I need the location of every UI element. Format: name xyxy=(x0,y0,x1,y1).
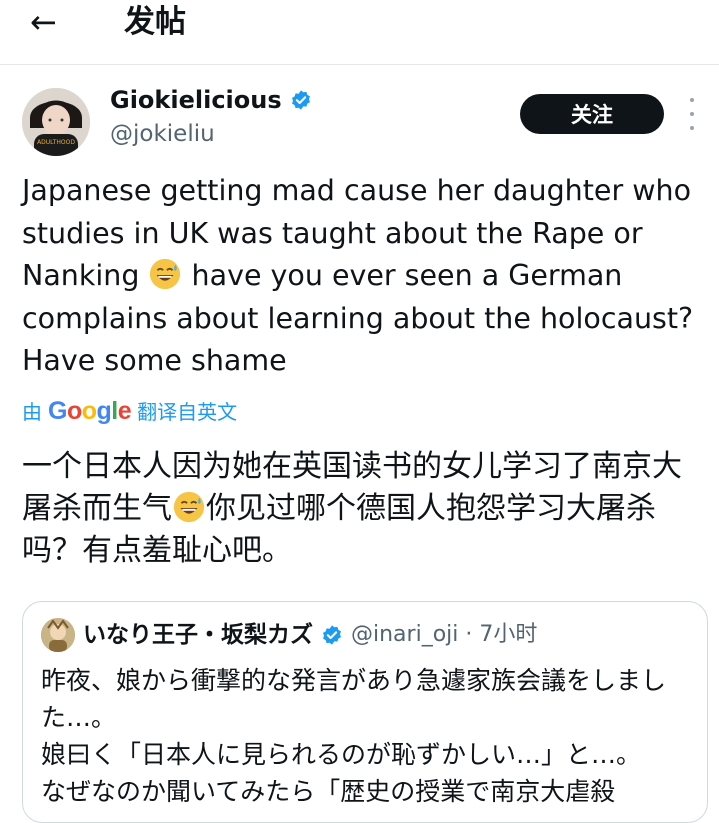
quoted-tweet[interactable]: いなり王子・坂梨カズ @inari_oji · 7小时 昨夜、娘から衝撃的な発言… xyxy=(22,601,708,823)
avatar-shirt-text: ADULTHOOD xyxy=(37,139,75,146)
top-bar: ← 发帖 xyxy=(0,0,719,65)
translated-text: 一个日本人因为她在英国读书的女儿学习了南京大屠杀而生气 你见过哪个德国人抱怨学习… xyxy=(22,446,707,572)
avatar[interactable]: ADULTHOOD xyxy=(22,88,90,156)
translated-by-prefix: 由 xyxy=(22,400,42,424)
quoted-handle-time: @inari_oji · 7小时 xyxy=(351,622,538,647)
author-handle[interactable]: @jokieliu xyxy=(110,119,215,149)
author-name-text[interactable]: Giokielicious xyxy=(110,84,282,116)
sweat-smile-emoji-icon xyxy=(150,258,181,290)
quoted-author-name[interactable]: いなり王子・坂梨カズ xyxy=(83,620,313,650)
verified-badge-icon xyxy=(323,625,341,645)
quoted-text: 昨夜、娘から衝撃的な発言があり急遽家族会議をしました…。 娘曰く「日本人に見られ… xyxy=(41,662,691,810)
translated-by-suffix: 翻译自英文 xyxy=(137,400,238,424)
follow-button[interactable]: 关注 xyxy=(520,94,664,134)
back-arrow-icon[interactable]: ← xyxy=(30,6,70,42)
page-title: 发帖 xyxy=(124,4,186,40)
quoted-line: なぜなのか聞いてみたら「歴史の授業で南京大虐殺 xyxy=(41,777,616,806)
quoted-avatar xyxy=(41,618,75,652)
google-logo-text: Google xyxy=(48,397,132,425)
more-options-icon[interactable] xyxy=(684,98,700,130)
quoted-line: 昨夜、娘から衝撃的な発言があり急遽家族会議をしました…。 xyxy=(41,666,667,732)
tweet-text: Japanese getting mad cause her daughter … xyxy=(22,170,702,383)
sweat-smile-emoji-icon xyxy=(173,491,205,523)
translated-by-google-link[interactable]: 由 Google 翻译自英文 xyxy=(22,393,237,430)
author-name[interactable]: Giokielicious xyxy=(110,84,312,116)
quoted-tweet-header: いなり王子・坂梨カズ @inari_oji · 7小时 xyxy=(41,618,537,652)
quoted-line: 娘曰く「日本人に見られるのが恥ずかしい…」と…。 xyxy=(41,740,642,769)
verified-badge-icon xyxy=(291,90,310,110)
